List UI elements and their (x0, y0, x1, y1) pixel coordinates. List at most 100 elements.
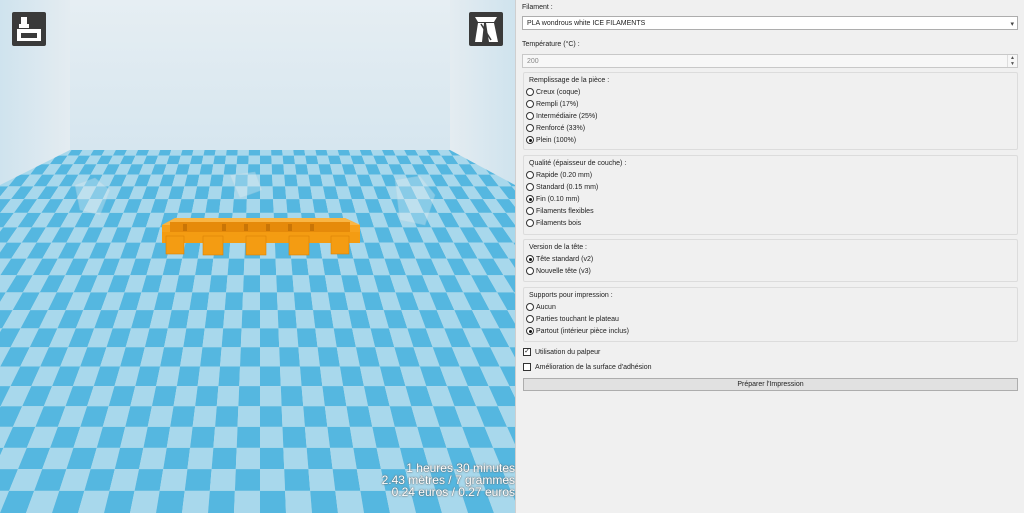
infill-option[interactable]: Plein (100%) (526, 135, 576, 145)
floor-tile (213, 155, 227, 165)
floor-tile (310, 490, 338, 513)
infill-option-label: Rempli (17%) (536, 100, 579, 108)
quality-option[interactable]: Filaments bois (526, 218, 581, 228)
supports-option[interactable]: Partout (intérieur pièce inclus) (526, 326, 629, 336)
floor-tile (180, 150, 194, 156)
infill-option[interactable]: Renforcé (33%) (526, 123, 585, 133)
floor-tile (227, 258, 245, 276)
floor-tile (211, 164, 225, 175)
floor-tile (315, 150, 328, 156)
head-version-option[interactable]: Tête standard (v2) (526, 254, 593, 264)
infill-radio[interactable] (526, 124, 534, 132)
filament-select[interactable]: PLA wondrous white ICE FILAMENTS ▾ (522, 16, 1018, 30)
quality-option[interactable]: Filaments flexibles (526, 206, 594, 216)
view-perspective-button[interactable] (469, 12, 503, 46)
floor-tile (308, 469, 336, 491)
infill-title: Remplissage de la pièce : (529, 77, 610, 84)
floor-tile (260, 469, 286, 491)
floor-tile (218, 199, 234, 213)
adhesion-checkbox[interactable] (523, 363, 531, 371)
infill-radio[interactable] (526, 100, 534, 108)
floor-tile (319, 366, 344, 387)
view-perspective-icon (475, 17, 498, 42)
floor-tile (260, 366, 281, 387)
head-version-group: Version de la tête : Tête standard (v2) N… (523, 239, 1018, 282)
supports-option[interactable]: Aucun (526, 302, 556, 312)
infill-option[interactable]: Creux (coque) (526, 87, 580, 97)
floor-tile (282, 426, 307, 448)
floor-tile (315, 328, 337, 348)
floor-tile (317, 347, 340, 367)
quality-radio[interactable] (526, 207, 534, 215)
infill-option-label: Plein (100%) (536, 136, 577, 144)
adhesion-checkbox-row[interactable]: Amélioration de la surface d'adhésion (523, 362, 652, 372)
quality-radio[interactable] (526, 183, 534, 191)
supports-radio[interactable] (526, 303, 534, 311)
floor-tile (204, 310, 225, 329)
floor-tile (235, 447, 260, 470)
floor-tile (199, 164, 214, 175)
filament-value: PLA wondrous white ICE FILAMENTS (527, 20, 646, 27)
probe-checkbox-row[interactable]: ✓ Utilisation du palpeur (523, 347, 600, 357)
floor-tile (271, 150, 283, 156)
floor-tile (260, 174, 273, 187)
infill-option[interactable]: Intermédiaire (25%) (526, 111, 597, 121)
floor-tile (260, 258, 277, 276)
floor-tile (214, 150, 227, 156)
floor-tile (324, 406, 350, 427)
floor-tile (260, 155, 272, 165)
floor-tile (209, 469, 236, 491)
infill-option-label: Creux (coque) (536, 88, 581, 96)
floor-tile (213, 426, 238, 448)
floor-tile (330, 310, 353, 329)
floor-tile (248, 155, 260, 165)
quality-option[interactable]: Fin (0.10 mm) (526, 194, 580, 204)
quality-option[interactable]: Standard (0.15 mm) (526, 182, 598, 192)
3d-viewport[interactable]: 1 heures 30 minutes 2.43 mètres / 7 gram… (0, 0, 515, 513)
floor-tile (306, 164, 321, 175)
infill-option[interactable]: Rempli (17%) (526, 99, 578, 109)
infill-radio[interactable] (526, 136, 534, 144)
floor-tile (278, 328, 299, 348)
quality-radio[interactable] (526, 171, 534, 179)
infill-radio[interactable] (526, 88, 534, 96)
supports-title: Supports pour impression : (529, 292, 613, 299)
supports-option[interactable]: Parties touchant le plateau (526, 314, 619, 324)
floor-tile (260, 347, 280, 367)
print-tray-button[interactable] (12, 12, 46, 46)
floor-tile (195, 258, 214, 276)
floor-tile (260, 164, 273, 175)
floor-tile (299, 366, 323, 387)
supports-radio[interactable] (526, 327, 534, 335)
floor-tile (333, 328, 356, 348)
floor-tile (310, 292, 331, 311)
floor-tile (285, 490, 312, 513)
quality-option[interactable]: Rapide (0.20 mm) (526, 170, 592, 180)
infill-radio[interactable] (526, 112, 534, 120)
quality-radio[interactable] (526, 195, 534, 203)
build-plate-scene (0, 0, 515, 513)
head-version-option[interactable]: Nouvelle tête (v3) (526, 266, 591, 276)
infill-group: Remplissage de la pièce : Creux (coque) R… (523, 72, 1018, 150)
supports-radio[interactable] (526, 315, 534, 323)
floor-tile (308, 275, 328, 293)
floor-tile (260, 386, 282, 407)
supports-group: Supports pour impression : Aucun Parties … (523, 287, 1018, 342)
floor-tile (147, 406, 174, 427)
floor-tile (218, 366, 241, 387)
back-wall (70, 0, 450, 150)
floor-tile (206, 292, 227, 311)
spinner-arrows-icon[interactable]: ▲ ▼ (1007, 55, 1017, 67)
floor-tile (271, 155, 284, 165)
probe-checkbox[interactable]: ✓ (523, 348, 531, 356)
head-version-radio[interactable] (526, 255, 534, 263)
print-cost: 0.24 euros / 0.27 euros (391, 485, 515, 498)
floor-tile (176, 366, 201, 387)
head-version-radio[interactable] (526, 267, 534, 275)
quality-radio[interactable] (526, 219, 534, 227)
prepare-print-button[interactable]: Préparer l'Impression (523, 378, 1018, 391)
floor-tile (156, 366, 181, 387)
floor-tile (260, 490, 286, 513)
floor-tile (339, 366, 364, 387)
temperature-input[interactable]: 200 ▲ ▼ (522, 54, 1018, 68)
